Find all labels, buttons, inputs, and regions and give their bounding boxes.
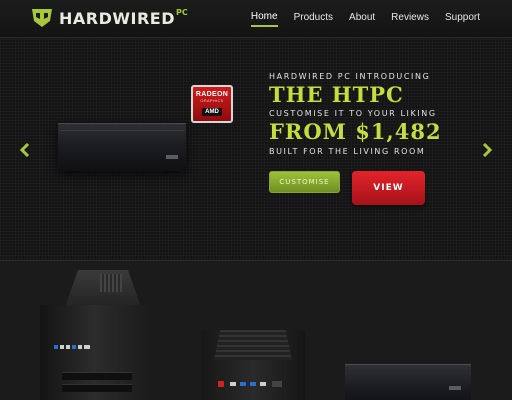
nav-item-about[interactable]: About bbox=[349, 12, 375, 26]
radeon-badge-subtitle: GRAPHICS bbox=[200, 98, 224, 103]
nav-item-products[interactable]: Products bbox=[294, 12, 333, 26]
hero-slider: RADEON GRAPHICS AMD HARDWIRED PC INTRODU… bbox=[0, 39, 512, 261]
main-nav: Home Products About Reviews Support bbox=[235, 0, 480, 38]
amd-logo: AMD bbox=[202, 108, 222, 116]
site-logo[interactable]: HARDWIRED PC bbox=[30, 4, 188, 32]
nav-item-home[interactable]: Home bbox=[250, 11, 278, 27]
radeon-graphics-badge: RADEON GRAPHICS AMD bbox=[191, 85, 233, 123]
htpc-product-thumbnail[interactable] bbox=[345, 364, 471, 400]
nav-item-support[interactable]: Support bbox=[445, 12, 480, 26]
drive-bay bbox=[62, 372, 132, 380]
mid-tower-top bbox=[214, 330, 292, 360]
drive-bay bbox=[62, 384, 132, 392]
htpc-front-badge bbox=[166, 155, 178, 159]
hero-price: FROM $1,482 bbox=[269, 119, 442, 144]
nav-item-reviews[interactable]: Reviews bbox=[391, 12, 429, 26]
hero-subline: CUSTOMISE IT TO YOUR LIKING bbox=[269, 109, 437, 118]
htpc-product-image bbox=[58, 123, 186, 173]
logo-shield-icon bbox=[32, 9, 52, 27]
chevron-left-icon[interactable] bbox=[20, 143, 30, 157]
chevron-right-icon[interactable] bbox=[482, 143, 492, 157]
htpc-foot bbox=[164, 171, 178, 173]
hero-headline: THE HTPC bbox=[269, 82, 404, 107]
view-button[interactable]: VIEW bbox=[352, 171, 425, 205]
hero-tagline: BUILT FOR THE LIVING ROOM bbox=[269, 147, 426, 156]
site-header: HARDWIRED PC Home Products About Reviews… bbox=[0, 0, 512, 38]
customise-button[interactable]: CUSTOMISE bbox=[269, 171, 340, 193]
logo-text: HARDWIRED bbox=[59, 8, 176, 28]
mid-tower-ports bbox=[218, 381, 282, 387]
htpc-foot bbox=[66, 171, 80, 173]
tower-case-vent bbox=[100, 274, 122, 292]
radeon-badge-title: RADEON bbox=[195, 91, 229, 98]
tower-led-panel bbox=[54, 345, 90, 349]
hero-kicker: HARDWIRED PC INTRODUCING bbox=[269, 72, 431, 81]
products-section bbox=[0, 262, 512, 400]
htpc-front-badge bbox=[449, 386, 461, 390]
logo-superscript: PC bbox=[176, 7, 188, 17]
